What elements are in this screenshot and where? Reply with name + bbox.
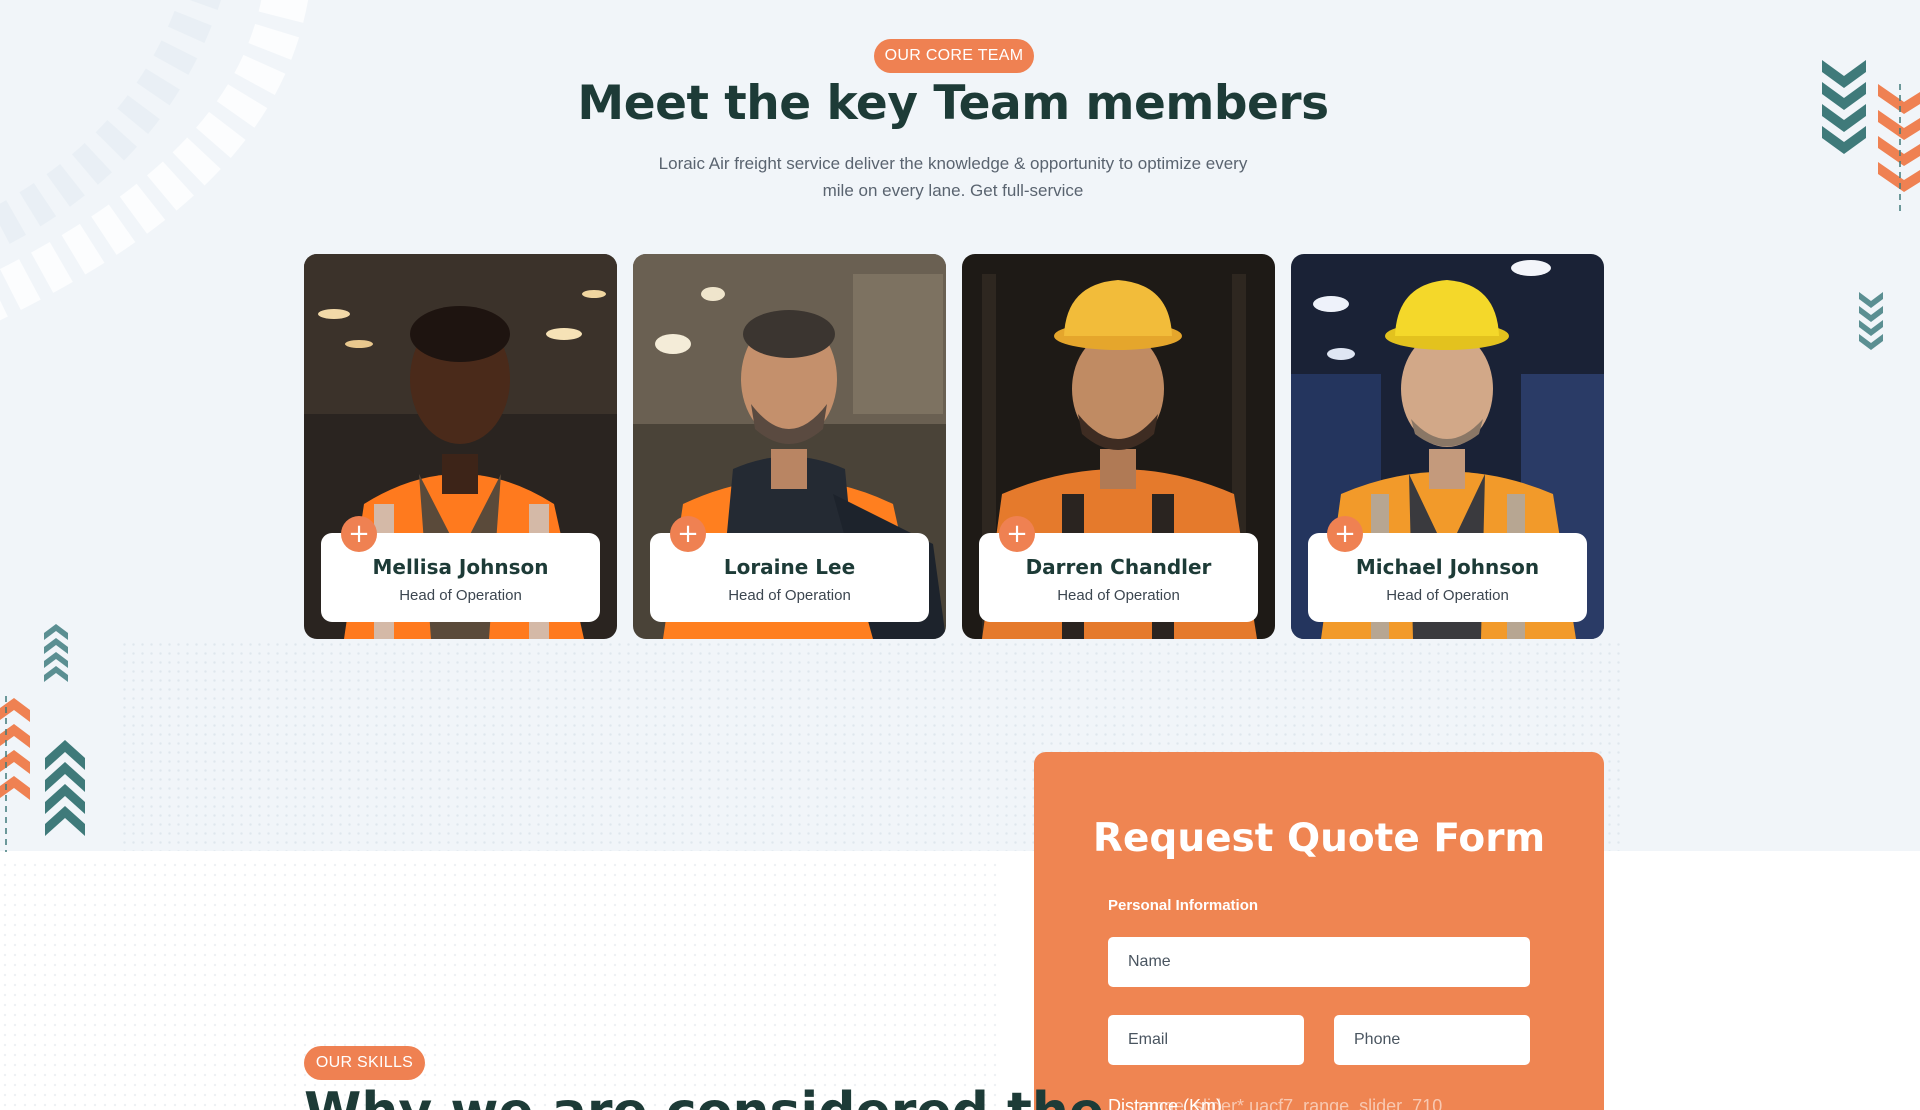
team-member-role: Head of Operation — [1057, 587, 1180, 604]
quote-form: Request Quote Form Personal Information … — [1034, 752, 1604, 1110]
chevron-down-small-decoration — [1859, 292, 1883, 350]
team-member-role: Head of Operation — [1386, 587, 1509, 604]
distance-label: Distance (Km) — [1108, 1096, 1223, 1110]
team-member-name: Mellisa Johnson — [372, 555, 549, 579]
team-member-name: Michael Johnson — [1355, 555, 1540, 579]
chevron-up-orange-decoration — [0, 696, 30, 852]
team-heading: Meet the key Team members — [577, 76, 1329, 131]
team-member-role: Head of Operation — [728, 587, 851, 604]
chevron-up-teal-decoration — [45, 740, 85, 836]
skills-badge: OUR SKILLS — [304, 1046, 425, 1080]
plus-icon[interactable]: + — [999, 516, 1035, 552]
plus-icon[interactable]: + — [670, 516, 706, 552]
team-member-name: Loraine Lee — [723, 555, 856, 579]
team-card[interactable]: Loraine Lee Head of Operation — [633, 254, 946, 639]
team-card[interactable]: Mellisa Johnson Head of Operation — [304, 254, 617, 639]
skills-heading: Why we are considered the — [304, 1082, 1104, 1110]
team-card[interactable]: Michael Johnson Head of Operation — [1291, 254, 1604, 639]
plus-icon[interactable]: + — [341, 516, 377, 552]
chevron-up-small-decoration — [44, 624, 68, 682]
team-subtitle: Loraic Air freight service deliver the k… — [658, 154, 1248, 200]
team-badge: OUR CORE TEAM — [874, 39, 1034, 73]
name-input[interactable] — [1108, 937, 1530, 987]
email-input[interactable] — [1108, 1015, 1304, 1065]
team-card[interactable]: Darren Chandler Head of Operation — [962, 254, 1275, 639]
plus-icon[interactable]: + — [1327, 516, 1363, 552]
team-member-role: Head of Operation — [399, 587, 522, 604]
quote-form-title: Request Quote Form — [1092, 816, 1546, 861]
dot-background-lower — [0, 860, 1000, 1110]
personal-info-label: Personal Information — [1108, 897, 1259, 914]
phone-input[interactable] — [1334, 1015, 1530, 1065]
team-member-name: Darren Chandler — [1025, 555, 1212, 579]
